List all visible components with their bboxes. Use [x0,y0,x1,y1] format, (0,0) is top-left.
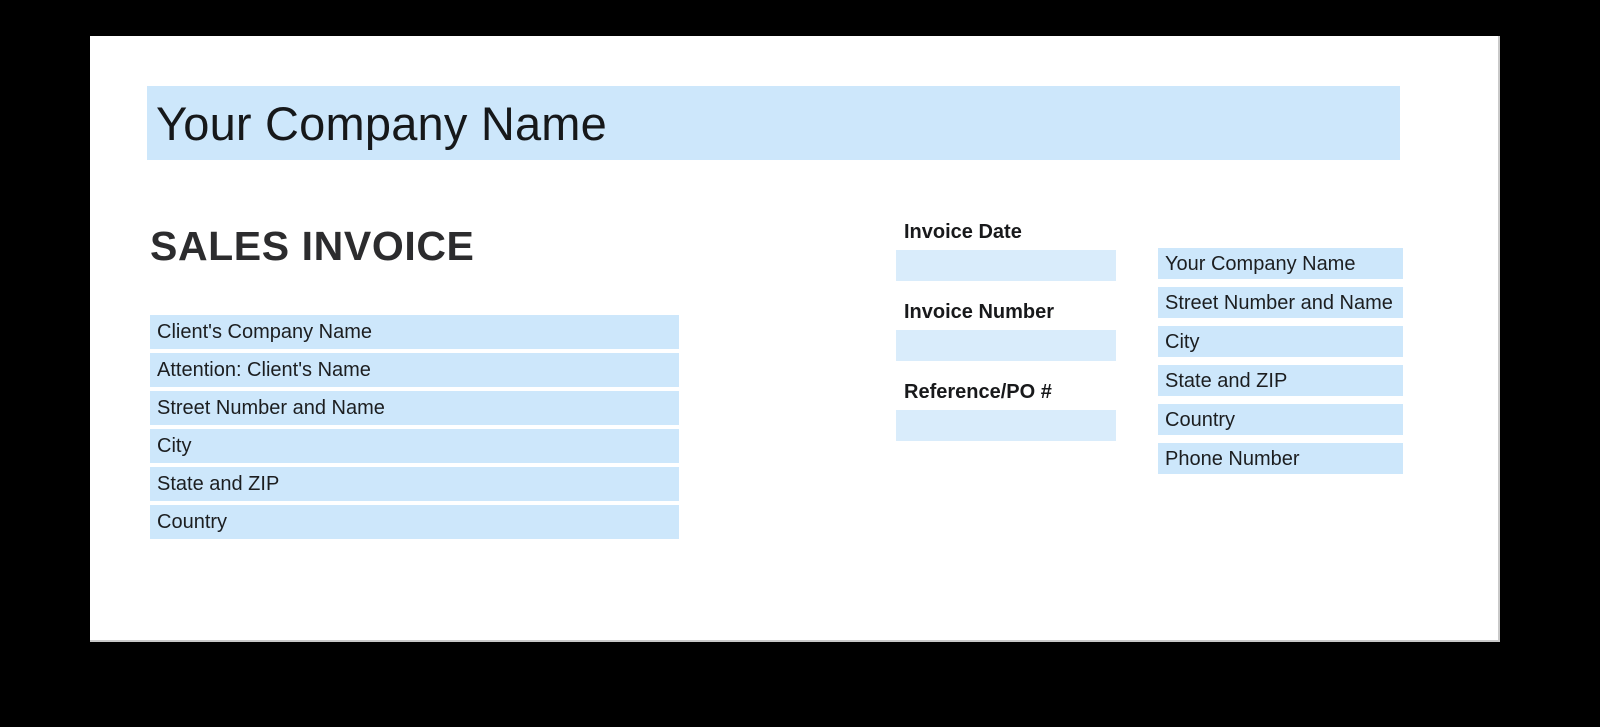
company-address-row[interactable]: City [1158,326,1403,357]
invoice-number-input[interactable] [896,330,1116,361]
header-banner[interactable]: Your Company Name [147,86,1400,160]
client-address-row[interactable]: Street Number and Name [150,391,679,425]
reference-po-field-group: Reference/PO # [896,382,1116,441]
invoice-number-label: Invoice Number [904,301,1055,323]
company-address-row[interactable]: Phone Number [1158,443,1403,474]
company-phone-field: Phone Number [1165,447,1300,470]
client-address-block: Client's Company Name Attention: Client'… [150,315,679,539]
company-address-row[interactable]: State and ZIP [1158,365,1403,396]
company-state-zip-field: State and ZIP [1165,369,1288,392]
invoice-date-input[interactable] [896,250,1116,281]
invoice-meta-block: Invoice Date Invoice Number Reference/PO… [896,222,1116,441]
screen-canvas: Your Company Name SALES INVOICE Client's… [0,0,1600,727]
company-city-field: City [1165,330,1200,353]
page-title: SALES INVOICE [150,223,475,269]
client-attention-field: Attention: Client's Name [157,359,371,381]
company-street-field: Street Number and Name [1165,291,1393,314]
client-street-field: Street Number and Name [157,397,385,419]
client-country-field: Country [157,511,228,533]
reference-po-label: Reference/PO # [904,381,1052,403]
company-address-block: Your Company Name Street Number and Name… [1158,248,1403,474]
client-city-field: City [157,435,192,457]
client-address-row[interactable]: Country [150,505,679,539]
company-address-row[interactable]: Street Number and Name [1158,287,1403,318]
invoice-page: Your Company Name SALES INVOICE Client's… [90,36,1500,642]
company-address-row[interactable]: Your Company Name [1158,248,1403,279]
reference-po-input[interactable] [896,410,1116,441]
invoice-number-field-group: Invoice Number [896,302,1116,361]
client-address-row[interactable]: City [150,429,679,463]
company-name-field: Your Company Name [1165,252,1356,275]
client-state-zip-field: State and ZIP [157,473,280,495]
company-name-heading[interactable]: Your Company Name [147,100,607,147]
client-address-row[interactable]: State and ZIP [150,467,679,501]
invoice-date-label: Invoice Date [904,221,1022,243]
client-address-row[interactable]: Attention: Client's Name [150,353,679,387]
company-address-row[interactable]: Country [1158,404,1403,435]
client-address-row[interactable]: Client's Company Name [150,315,679,349]
company-country-field: Country [1165,408,1236,431]
client-company-name-field: Client's Company Name [157,321,373,343]
invoice-date-field-group: Invoice Date [896,222,1116,281]
